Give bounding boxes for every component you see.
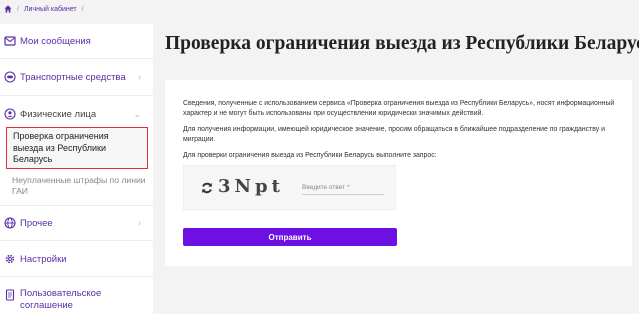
home-icon[interactable] [4, 5, 12, 13]
sidebar-item-individuals[interactable]: Физические лица ⌄ [0, 108, 153, 120]
captcha-box: 3Nрt [183, 165, 396, 210]
breadcrumb-separator: / [81, 5, 84, 13]
sidebar-divider [0, 276, 153, 277]
sidebar-divider [0, 205, 153, 206]
breadcrumb-item-cabinet[interactable]: Личный кабинет [24, 6, 77, 13]
captcha-image: 3Nрt [218, 176, 284, 197]
sidebar-item-label: Физические лица [20, 108, 97, 120]
disclaimer-text: Сведения, полученные с использованием се… [183, 100, 615, 117]
sidebar-subitem-traffic-fines[interactable]: Неуплаченные штрафы по линии ГАИ [12, 175, 147, 197]
sidebar-item-label: Транспортные средства [20, 71, 126, 83]
sidebar-subitem-exit-restriction[interactable]: Проверка ограничения выезда из Республик… [6, 127, 148, 169]
sidebar-divider [0, 240, 153, 241]
sidebar-divider [0, 95, 153, 96]
request-card: Сведения, полученные с использованием се… [165, 80, 632, 266]
page-title: Проверка ограничения выезда из Республик… [165, 33, 639, 54]
sidebar-item-user-agreement[interactable]: Пользовательское соглашение [0, 288, 153, 312]
sidebar-item-messages[interactable]: Мои сообщения [0, 35, 153, 47]
breadcrumb: / Личный кабинет / [4, 3, 84, 15]
sidebar-item-other[interactable]: Прочее › [0, 217, 153, 229]
car-icon [4, 71, 16, 83]
breadcrumb-separator: / [17, 5, 19, 13]
sidebar-item-settings[interactable]: Настройки [0, 253, 153, 265]
sidebar-item-label: Прочее [20, 217, 53, 229]
gear-icon [5, 254, 15, 264]
chevron-down-icon: ⌄ [133, 108, 141, 119]
person-icon [4, 108, 16, 120]
sidebar: Мои сообщения Транспортные средства › Фи… [0, 24, 153, 314]
sidebar-item-label: Мои сообщения [20, 35, 91, 47]
message-icon [4, 36, 16, 46]
refresh-icon[interactable] [200, 181, 214, 195]
legal-info-text: Для получения информации, имеющей юридич… [183, 126, 605, 143]
sidebar-subitem-label: Неуплаченные штрафы по линии ГАИ [12, 175, 146, 196]
captcha-answer-input[interactable] [302, 181, 384, 195]
document-icon [5, 289, 15, 301]
sidebar-divider [0, 58, 153, 59]
globe-icon [4, 217, 16, 229]
sidebar-subitem-label: Проверка ограничения выезда из Республик… [13, 131, 109, 164]
sidebar-item-label: Пользовательское соглашение [20, 288, 102, 311]
sidebar-item-vehicles[interactable]: Транспортные средства › [0, 71, 153, 83]
chevron-right-icon: › [138, 72, 141, 82]
submit-button[interactable]: Отправить [183, 228, 397, 246]
instruction-text: Для проверки ограничения выезда из Респу… [183, 152, 437, 159]
chevron-right-icon: › [138, 218, 141, 228]
sidebar-item-label: Настройки [20, 253, 67, 265]
